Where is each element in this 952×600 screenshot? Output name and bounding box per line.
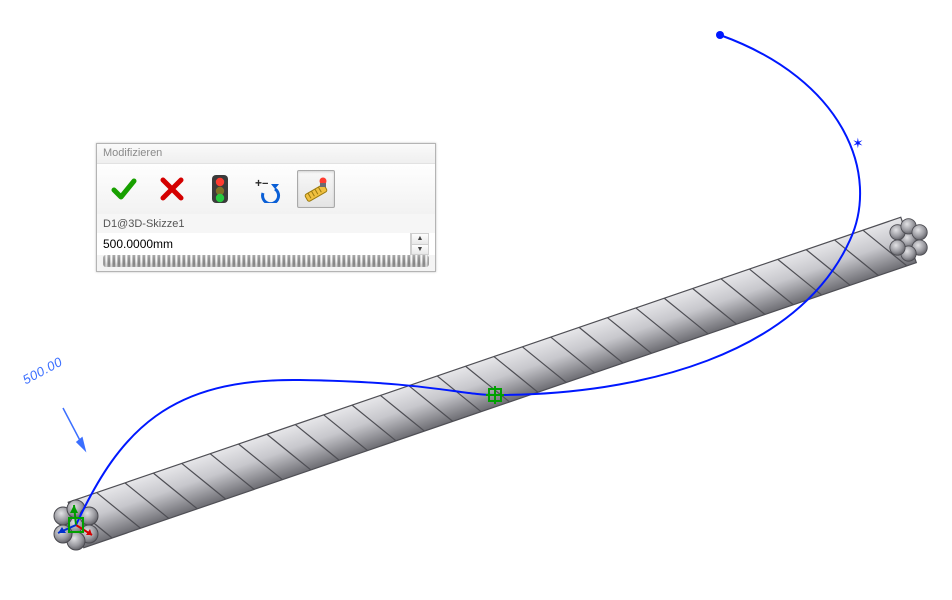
cad-viewport[interactable]: ✶ [0,0,952,600]
dimension-value-input[interactable] [103,233,410,255]
spin-down-button[interactable]: ▼ [411,245,429,256]
svg-text:−: − [262,178,268,190]
reset-icon: + − [253,175,283,203]
cancel-button[interactable] [153,170,191,208]
reverse-sense-button[interactable]: + − [249,170,287,208]
spin-up-button[interactable]: ▲ [411,233,429,245]
spline-midpoint[interactable] [486,386,504,404]
spline-endpoint[interactable] [716,31,724,39]
accept-button[interactable] [105,170,143,208]
svg-text:+: + [255,176,262,190]
dimension-name-label: D1@3D-Skizze1 [97,214,435,233]
dimension-leader[interactable] [63,408,85,450]
thumbwheel-slider[interactable] [103,255,429,267]
spline-handle-marker[interactable]: ✶ [852,135,864,151]
traffic-light-icon [210,174,230,204]
rebuild-button[interactable] [201,170,239,208]
dialog-toolbar: + − [97,164,435,214]
accept-icon [110,175,138,203]
cancel-icon [159,176,185,202]
modify-dialog[interactable]: Modifizieren + − [96,143,436,272]
value-spinner[interactable]: ▲ ▼ [410,233,429,255]
measure-icon [301,174,331,204]
mark-dimension-button[interactable] [297,170,335,208]
dialog-title: Modifizieren [97,144,435,164]
